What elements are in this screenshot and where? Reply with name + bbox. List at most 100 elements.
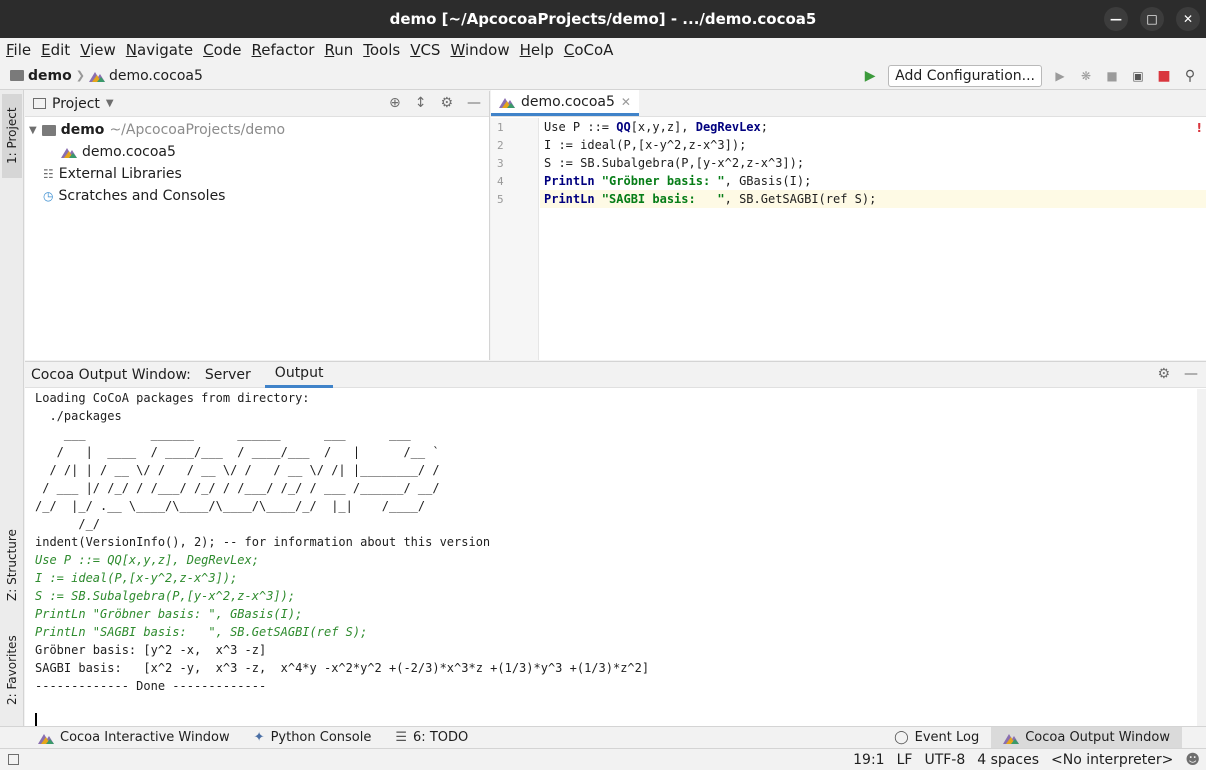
input-caret[interactable]: [35, 713, 37, 727]
window-controls: — □ ✕: [1104, 7, 1200, 31]
code-line[interactable]: S := SB.Subalgebra(P,[y-x^2,z-x^3]);: [540, 154, 1206, 172]
expand-arrow-icon[interactable]: ▼: [29, 125, 37, 136]
status-position[interactable]: 19:1: [847, 752, 890, 768]
inspector-icon[interactable]: ☻: [1179, 752, 1206, 768]
gear-icon[interactable]: ⚙: [440, 95, 453, 111]
project-panel-header: Project ▼ ⊕ ↕ ⚙ —: [25, 91, 489, 117]
stop-icon[interactable]: ■: [1156, 68, 1172, 84]
code-line[interactable]: I := ideal(P,[x-y^2,z-x^3]);: [540, 136, 1206, 154]
hide-icon[interactable]: —: [1184, 366, 1198, 382]
gear-icon[interactable]: ⚙: [1157, 366, 1170, 382]
console-icon[interactable]: ▣: [1130, 68, 1146, 84]
tree-row-root[interactable]: ▼ demo ~/ApcocoaProjects/demo: [25, 119, 489, 141]
output-label: Cocoa Output Window:: [31, 366, 191, 383]
code-token: S := SB.Subalgebra(P,[y-x^2,z-x^3]);: [544, 156, 805, 170]
breadcrumb-project[interactable]: demo: [28, 68, 72, 84]
hide-icon[interactable]: —: [467, 95, 481, 111]
menu-code[interactable]: Code: [203, 41, 247, 59]
coverage-icon[interactable]: ■: [1104, 68, 1120, 84]
tree-external-label: External Libraries: [58, 166, 182, 182]
editor-tab-label: demo.cocoa5: [521, 93, 615, 110]
close-button[interactable]: ✕: [1176, 7, 1200, 31]
project-panel: Project ▼ ⊕ ↕ ⚙ — ▼ demo ~/ApcocoaProjec…: [25, 91, 490, 360]
status-encoding[interactable]: UTF-8: [918, 752, 971, 768]
title-bar: demo [~/ApcocoaProjects/demo] - .../demo…: [0, 0, 1206, 38]
run-disabled-icon[interactable]: ▶: [1052, 68, 1068, 84]
tree-scratches-label: Scratches and Consoles: [58, 188, 226, 204]
debug-icon[interactable]: ❋: [1078, 68, 1094, 84]
output-line: PrintLn "SAGBI basis: ", SB.GetSAGBI(ref…: [35, 625, 368, 639]
close-tab-icon[interactable]: ✕: [621, 95, 631, 109]
tab-favorites[interactable]: 2: Favorites: [2, 624, 22, 716]
editor-tab-demo[interactable]: demo.cocoa5 ✕: [491, 90, 639, 116]
output-line: Loading CoCoA packages from directory:: [35, 391, 310, 405]
tree-file-name: demo.cocoa5: [82, 144, 176, 160]
project-tree: ▼ demo ~/ApcocoaProjects/demo demo.cocoa…: [25, 117, 489, 207]
code-token: , GBasis(I);: [724, 174, 812, 188]
scratches-icon: ◷: [43, 189, 54, 203]
tool-event-log[interactable]: ◯ Event Log: [882, 727, 991, 749]
error-indicator-icon[interactable]: !: [1197, 121, 1202, 135]
tool-cocoa-output[interactable]: Cocoa Output Window: [991, 726, 1182, 749]
navigation-bar: demo ❯ demo.cocoa5 ▶ Add Configuration..…: [0, 62, 1206, 90]
tool-todo[interactable]: ☰ 6: TODO: [383, 727, 480, 749]
output-line: S := SB.Subalgebra(P,[y-x^2,z-x^3]);: [35, 589, 296, 603]
output-line: PrintLn "Gröbner basis: ", GBasis(I);: [35, 607, 303, 621]
status-indent[interactable]: 4 spaces: [971, 752, 1045, 768]
code-line[interactable]: PrintLn "Gröbner basis: ", GBasis(I);: [540, 172, 1206, 190]
search-icon[interactable]: ⚲: [1182, 68, 1198, 84]
tab-server[interactable]: Server: [195, 362, 261, 388]
project-panel-title[interactable]: Project: [52, 96, 100, 112]
tree-row-external-libraries[interactable]: ☷ External Libraries: [25, 163, 489, 185]
output-scrollbar[interactable]: [1197, 389, 1206, 727]
code-token: [x,y,z],: [630, 120, 696, 134]
status-interpreter[interactable]: <No interpreter>: [1045, 752, 1179, 768]
code-area[interactable]: Use P ::= QQ [x,y,z], DegRevLex; I := idea…: [540, 118, 1206, 208]
add-configuration-button[interactable]: Add Configuration...: [888, 65, 1042, 87]
tab-project[interactable]: 1: Project: [2, 94, 22, 178]
menu-edit[interactable]: Edit: [41, 41, 76, 59]
chevron-down-icon[interactable]: ▼: [106, 98, 114, 109]
tool-python-console[interactable]: ✦ Python Console: [242, 727, 384, 749]
tool-todo-label: 6: TODO: [413, 730, 469, 745]
menu-file[interactable]: File: [6, 41, 37, 59]
tree-row-file[interactable]: demo.cocoa5: [25, 141, 489, 163]
output-tools: ⚙ —: [1157, 366, 1198, 382]
tool-cocoa-interactive[interactable]: Cocoa Interactive Window: [26, 727, 242, 749]
menu-bar: File Edit View Navigate Code Refactor Run Tools…: [0, 38, 1206, 62]
toggle-tool-windows-icon[interactable]: [8, 754, 19, 765]
code-line[interactable]: PrintLn "SAGBI basis: ", SB.GetSAGBI(ref…: [540, 190, 1206, 208]
output-line: /_/: [35, 517, 101, 531]
tree-root-name: demo: [60, 122, 105, 138]
code-line[interactable]: Use P ::= QQ [x,y,z], DegRevLex;: [540, 118, 1206, 136]
python-icon: ✦: [253, 730, 265, 745]
maximize-button[interactable]: □: [1140, 7, 1164, 31]
menu-navigate[interactable]: Navigate: [126, 41, 199, 59]
output-line: indent(VersionInfo(), 2); -- for informa…: [35, 535, 491, 549]
menu-vcs[interactable]: VCS: [410, 41, 446, 59]
output-body[interactable]: Loading CoCoA packages from directory: .…: [25, 389, 1197, 727]
menu-view[interactable]: View: [80, 41, 122, 59]
output-line: I := ideal(P,[x-y^2,z-x^3]);: [35, 571, 238, 585]
breadcrumb-file[interactable]: demo.cocoa5: [109, 68, 203, 84]
collapse-icon[interactable]: ↕: [415, 95, 427, 111]
tree-row-scratches[interactable]: ◷ Scratches and Consoles: [25, 185, 489, 207]
locate-icon[interactable]: ⊕: [389, 95, 401, 111]
tab-output[interactable]: Output: [264, 362, 334, 388]
run-icon[interactable]: ▶: [862, 68, 878, 84]
menu-refactor[interactable]: Refactor: [252, 41, 321, 59]
menu-window[interactable]: Window: [450, 41, 515, 59]
menu-cocoa[interactable]: CoCoA: [564, 41, 620, 59]
output-line: /_/ |_/ .__ \____/\____/\____/\____/_/ |…: [35, 499, 426, 513]
minimize-button[interactable]: —: [1104, 7, 1128, 31]
tool-event-log-label: Event Log: [914, 730, 980, 745]
cocoa-file-icon: [1003, 732, 1020, 744]
menu-tools[interactable]: Tools: [363, 41, 406, 59]
code-token: ;: [760, 120, 768, 134]
status-line-separator[interactable]: LF: [891, 752, 919, 768]
tab-structure[interactable]: Z: Structure: [2, 518, 22, 612]
menu-run[interactable]: Run: [324, 41, 359, 59]
menu-help[interactable]: Help: [520, 41, 560, 59]
code-token: QQ: [616, 120, 631, 134]
folder-icon: [10, 70, 24, 81]
